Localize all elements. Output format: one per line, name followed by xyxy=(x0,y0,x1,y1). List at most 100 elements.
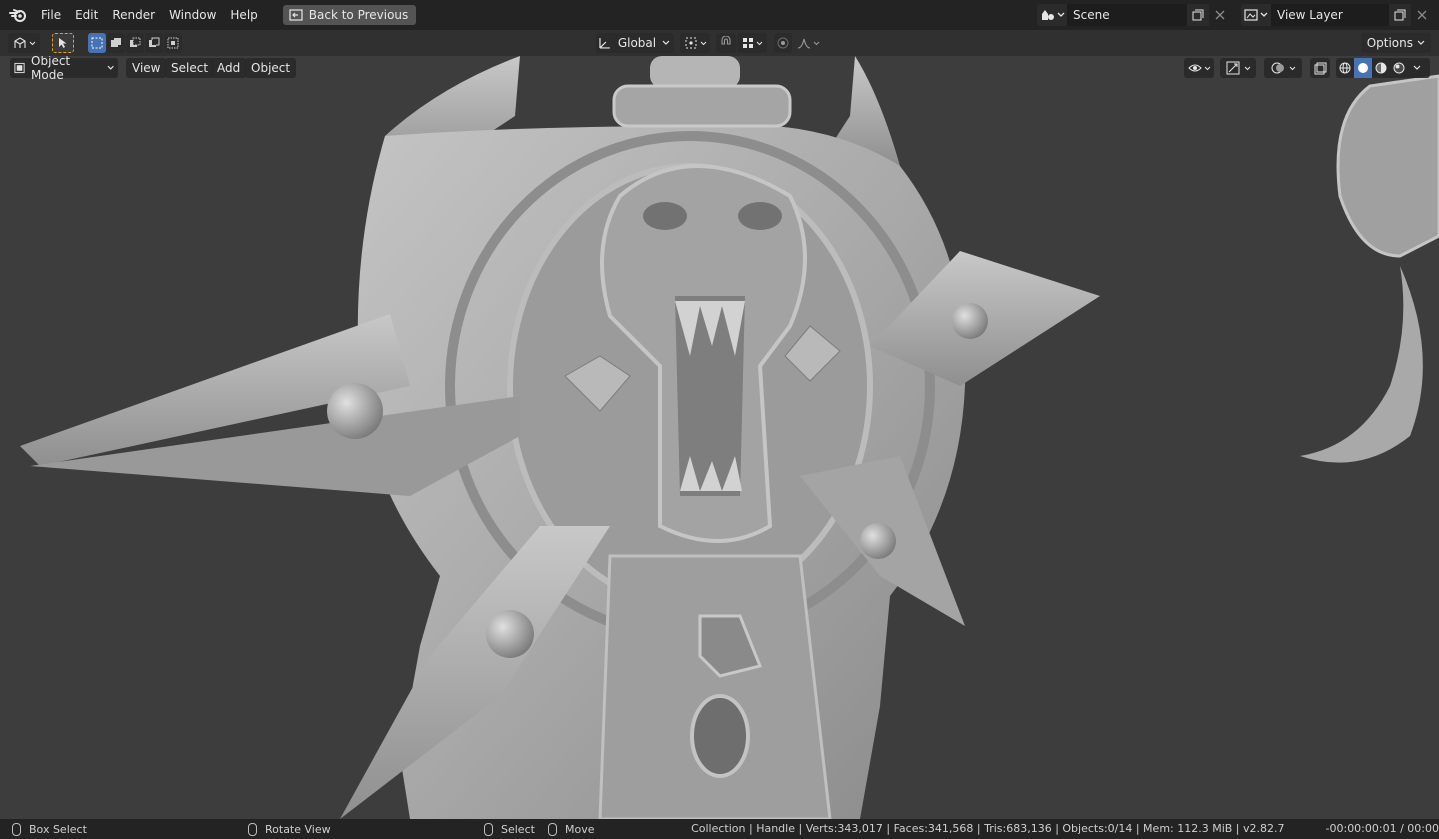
menu-help[interactable]: Help xyxy=(223,4,264,26)
mouse-drag-icon xyxy=(548,822,557,836)
shading-solid-button[interactable] xyxy=(1354,58,1372,78)
sculpted-model xyxy=(20,56,1439,819)
skull-eye-right xyxy=(738,202,782,230)
select-subtract-icon xyxy=(130,37,141,47)
view-layer-browse-button[interactable] xyxy=(1241,4,1271,26)
chevron-down-icon xyxy=(1204,66,1210,70)
3d-viewport[interactable]: Object Mode View Select Add Object xyxy=(0,56,1439,819)
eye-icon xyxy=(1187,64,1202,72)
select-intersect-icon xyxy=(167,37,179,49)
pivot-point-icon xyxy=(685,37,696,49)
scene-name-field[interactable]: Scene xyxy=(1067,4,1187,26)
chevron-down-icon xyxy=(662,40,670,45)
tool-header: Global Options xyxy=(0,30,1439,56)
chevron-down-icon xyxy=(1057,12,1065,17)
shading-mode-group xyxy=(1336,58,1430,78)
mouse-left-icon xyxy=(12,822,21,836)
3d-viewport-icon xyxy=(13,37,26,48)
scene-icon xyxy=(1042,10,1054,20)
shading-material-button[interactable] xyxy=(1372,58,1390,78)
back-to-previous-button[interactable]: Back to Previous xyxy=(282,5,417,25)
new-scene-button[interactable] xyxy=(1187,4,1209,26)
gizmo-dropdown[interactable] xyxy=(1220,58,1256,78)
skull-eye-left xyxy=(643,202,687,230)
menu-render[interactable]: Render xyxy=(105,4,162,26)
box-select-label: Box Select xyxy=(29,822,87,836)
viewport-menu-view[interactable]: View xyxy=(126,58,167,78)
delete-scene-button[interactable] xyxy=(1209,4,1231,26)
screen-back-icon xyxy=(289,9,303,21)
snap-target-dropdown[interactable] xyxy=(737,33,767,53)
object-mode-label: Object Mode xyxy=(31,56,71,82)
shading-wireframe-button[interactable] xyxy=(1336,58,1354,78)
mode-intersect-button[interactable] xyxy=(164,33,182,53)
overlays-dropdown[interactable] xyxy=(1264,58,1302,78)
hook xyxy=(1300,266,1423,463)
chevron-down-icon xyxy=(813,41,819,45)
magnet-icon xyxy=(721,36,731,45)
chain-link xyxy=(1336,74,1439,258)
xray-icon xyxy=(1314,62,1326,74)
transform-orientation-dropdown[interactable]: Global xyxy=(596,33,674,53)
handle-collar xyxy=(612,84,792,128)
proportional-falloff-dropdown[interactable] xyxy=(793,33,823,53)
gizmo-icon xyxy=(1226,61,1239,75)
stats-text: Collection | Handle | Verts:343,017 | Fa… xyxy=(691,822,1285,835)
chevron-down-icon xyxy=(29,41,35,45)
options-dropdown[interactable]: Options xyxy=(1360,33,1431,53)
snap-toggle[interactable] xyxy=(716,33,736,53)
blender-logo-icon[interactable] xyxy=(8,5,28,25)
viewport-menu-object[interactable]: Object xyxy=(245,58,297,78)
orientation-label: Global xyxy=(617,36,657,50)
timecode: -00:00:00:01 / 00:00 xyxy=(1325,822,1439,835)
menu-window[interactable]: Window xyxy=(162,4,223,26)
chevron-down-icon xyxy=(1260,12,1268,17)
proportional-editing-toggle[interactable] xyxy=(774,33,792,53)
object-mode-dropdown[interactable]: Object Mode xyxy=(10,56,118,82)
status-move: Move xyxy=(548,819,595,839)
delete-view-layer-button[interactable] xyxy=(1411,4,1433,26)
falloff-curve-icon xyxy=(797,38,810,49)
proportional-edit-icon xyxy=(777,37,789,49)
chevron-down-icon xyxy=(107,65,114,70)
menu-edit[interactable]: Edit xyxy=(68,4,105,26)
close-icon xyxy=(1215,10,1225,20)
mode-subtract-button[interactable] xyxy=(126,33,144,53)
object-mode-icon xyxy=(14,62,25,74)
duplicate-icon xyxy=(1394,9,1406,21)
xray-toggle[interactable] xyxy=(1310,58,1330,78)
status-box-select: Box Select xyxy=(12,819,87,839)
rendered-sphere-icon xyxy=(1393,62,1405,74)
menu-file[interactable]: File xyxy=(34,4,68,26)
select-tool-button[interactable] xyxy=(52,33,74,53)
viewport-menu-add[interactable]: Add xyxy=(211,58,247,78)
editor-type-button[interactable] xyxy=(8,33,40,53)
select-label: Select xyxy=(501,822,535,836)
mouse-middle-icon xyxy=(248,822,257,836)
orientation-global-icon xyxy=(599,38,610,49)
scene-browse-button[interactable] xyxy=(1037,4,1067,26)
rotate-view-label: Rotate View xyxy=(265,822,331,836)
shading-options-dropdown[interactable] xyxy=(1408,58,1426,78)
pivot-point-dropdown[interactable] xyxy=(680,33,710,53)
view-layer-icon xyxy=(1244,9,1258,21)
chevron-down-icon xyxy=(1413,65,1421,70)
wireframe-sphere-icon xyxy=(1339,62,1351,74)
move-label: Move xyxy=(565,822,595,836)
mouse-left-icon xyxy=(484,822,493,836)
view-layer-name-field[interactable]: View Layer xyxy=(1271,4,1389,26)
options-label: Options xyxy=(1366,36,1413,50)
status-select: Select xyxy=(484,819,535,839)
viewport-header: Object Mode View Select Add Object xyxy=(0,56,1439,82)
chevron-down-icon xyxy=(756,41,762,45)
new-view-layer-button[interactable] xyxy=(1389,4,1411,26)
shading-rendered-button[interactable] xyxy=(1390,58,1408,78)
mode-new-button[interactable] xyxy=(88,33,106,53)
blade-lower xyxy=(598,554,832,819)
mode-extend-button[interactable] xyxy=(107,33,125,53)
mode-difference-button[interactable] xyxy=(145,33,163,53)
visibility-dropdown[interactable] xyxy=(1184,58,1214,78)
chevron-down-icon xyxy=(1244,66,1250,70)
viewport-menu-select[interactable]: Select xyxy=(165,58,215,78)
stud-right xyxy=(952,303,988,339)
